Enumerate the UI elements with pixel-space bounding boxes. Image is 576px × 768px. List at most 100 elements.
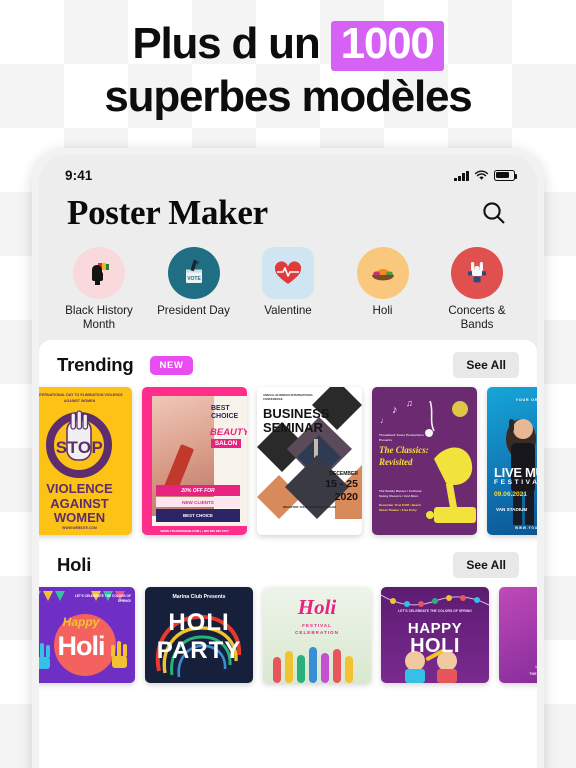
section-title: Trending (57, 354, 134, 376)
category-item-black-history-month[interactable]: Black History Month (55, 247, 143, 332)
heart-icon (262, 247, 314, 299)
card-footer: WWW.YOURDOMAIN.COM | +380 835 835 2457 (160, 529, 229, 534)
status-bar-icons (454, 169, 518, 181)
section-header-trending: Trending NEW See All (39, 340, 537, 387)
svg-text:VOTE: VOTE (187, 276, 201, 282)
card-title-line: PARTY (156, 637, 242, 665)
card-title-line: Revisited (379, 456, 413, 467)
card-footer: WWW.YOURSITE.COM (515, 526, 537, 531)
template-card-happy-holi-purple[interactable]: LET'S CELEBRATE THE COLORS OF SPRING! Ha… (39, 587, 135, 684)
card-title: BEAUTY (210, 427, 247, 439)
card-footer-line: THE COLORS OF SPRING (529, 672, 537, 677)
card-offer: 20% OFF FOR (156, 485, 240, 497)
rock-hand-icon (451, 247, 503, 299)
raised-fist-icon (73, 247, 125, 299)
trending-card-row[interactable]: INTERNATIONAL DAY TO ELIMINATION VIOLENC… (39, 387, 537, 536)
see-all-button-trending[interactable]: See All (453, 352, 519, 379)
category-item-valentine[interactable]: Valentine (244, 247, 332, 332)
section-title: Holi (57, 554, 92, 576)
svg-text:♩: ♩ (380, 416, 388, 425)
card-title-line: Holi (57, 631, 106, 662)
card-top-text: ANNUAL BUSINESS INTERNATIONAL CONFERENCE (263, 393, 314, 402)
card-top-text: YOUR ORGANIZERS (515, 398, 537, 403)
cellular-bars-icon (454, 170, 469, 181)
svg-text:♫: ♫ (406, 398, 413, 408)
headline-line-1: Plus d un 1000 (18, 18, 558, 71)
category-label: Black History Month (65, 304, 133, 332)
card-footer-line: LET'S CELEBRATE (499, 665, 537, 669)
template-card-classics-revisited[interactable]: ♪ ♫ ♩ Throwback Tunes Productions Presen… (372, 387, 477, 536)
card-presenter: Marina Club Presents (172, 594, 226, 601)
status-bar-time: 9:41 (65, 167, 93, 183)
card-title-line: SEMINAR (263, 420, 323, 436)
vote-ballot-box-icon: VOTE (167, 247, 220, 299)
card-title-line: BUSINESS (263, 406, 330, 422)
card-subtitle: FESTIVAL (494, 479, 537, 487)
search-icon[interactable] (477, 196, 511, 230)
card-line: CHOICE (211, 412, 239, 420)
card-line: BEST (211, 405, 230, 413)
card-sub-line: CELEBRATION (295, 630, 339, 636)
app-header: Poster Maker (39, 189, 537, 239)
headline-text-prefix: Plus d un (132, 19, 320, 68)
card-cta: REGISTER YOUR BUSINESS DREAM (283, 505, 336, 510)
card-date-label: DECEMBER (329, 471, 358, 478)
category-item-president-day[interactable]: VOTE President Day (150, 247, 238, 332)
promo-headline: Plus d un 1000 superbes modèles (0, 18, 576, 123)
card-sub-line: FESTIVAL (302, 623, 332, 629)
holi-card-row[interactable]: LET'S CELEBRATE THE COLORS OF SPRING! Ha… (39, 587, 537, 684)
card-title-line: AGAINST (50, 495, 109, 511)
template-card-live-music-festival[interactable]: YOUR ORGANIZERS LIVE MUSIC FESTIVAL 09.0… (487, 387, 537, 536)
phone-mockup: 9:41 Poster Maker Black History Month VO… (32, 148, 544, 768)
card-date-range: 15 - 25 (325, 478, 358, 491)
card-title-line: HOLI (410, 635, 460, 658)
template-card-holi-party[interactable]: Marina Club Presents HOLI PARTY (145, 587, 253, 684)
template-card-stop-violence[interactable]: INTERNATIONAL DAY TO ELIMINATION VIOLENC… (39, 387, 132, 536)
template-card-holi-festival-celebration[interactable]: Holi FESTIVAL CELEBRATION (263, 587, 371, 684)
card-top-text: LET'S CELEBRATE THE COLORS OF SPRING (398, 609, 472, 614)
headline-line-2: superbes modèles (104, 71, 472, 121)
battery-icon (494, 170, 518, 181)
category-item-concerts-bands[interactable]: Concerts & Bands (433, 247, 521, 332)
card-title-line: Happy (62, 615, 100, 630)
card-year: 2020 (334, 491, 358, 504)
category-list: Black History Month VOTE President Day V… (39, 239, 537, 337)
category-label: Valentine (264, 304, 312, 317)
see-all-button-holi[interactable]: See All (453, 552, 519, 579)
category-item-holi[interactable]: Holi (339, 247, 427, 332)
section-header-holi: Holi See All (39, 535, 537, 587)
card-badge-text: STOP (55, 438, 104, 458)
card-top-text: LET'S CELEBRATE THE COLORS OF SPRING! (74, 594, 131, 604)
status-badge: NEW (149, 355, 194, 375)
svg-text:♪: ♪ (392, 404, 398, 416)
card-title-line: WOMEN (53, 510, 106, 526)
category-label: Concerts & Bands (448, 304, 506, 332)
card-subtitle: SALON (211, 439, 241, 449)
card-title: LIVE MUSIC (494, 465, 537, 481)
card-title-line: HOLI (168, 609, 230, 637)
category-label: President Day (157, 304, 230, 317)
card-venue: VAN STADIUM (496, 507, 528, 513)
template-card-beauty-salon[interactable]: BEST CHOICE BEAUTY SALON 20% OFF FOR NEW… (142, 387, 247, 536)
card-box-label: BEST CHOICE (156, 509, 240, 523)
content-sheet: Trending NEW See All INTERNATIONAL DAY T… (39, 340, 537, 768)
template-card-happy-holi-lights[interactable]: LET'S CELEBRATE THE COLORS OF SPRING HAP… (381, 587, 489, 684)
card-title-line: VIOLENCE (46, 481, 113, 497)
headline-highlight-1000: 1000 (330, 21, 444, 71)
card-presenter: Throwback Tunes Productions Presents (379, 433, 424, 442)
page-title: Poster Maker (67, 193, 268, 232)
card-title-line: The Classics: (379, 445, 429, 456)
template-card-business-seminar[interactable]: ANNUAL BUSINESS INTERNATIONAL CONFERENCE… (257, 387, 362, 536)
wifi-icon (474, 169, 489, 180)
card-details: December 15 at 8 PM • Beech Street Theat… (379, 503, 421, 513)
card-title: Holi (297, 595, 337, 620)
status-bar: 9:41 (39, 155, 537, 189)
card-footer: WWW.WEBSITE.COM (62, 526, 97, 531)
card-date: 09.06.2021 (494, 491, 528, 499)
template-card-holi-colors-photo[interactable]: LET'S CELEBRATE THE COLORS OF SPRING (499, 587, 537, 684)
card-offer-2: NEW CLIENTS (156, 497, 240, 508)
category-label: Holi (372, 304, 393, 317)
color-powder-bowl-icon (356, 247, 409, 299)
card-performers: The Buddy Barnes / Coltrane Swing Classi… (379, 489, 422, 498)
phone-screen: 9:41 Poster Maker Black History Month VO… (39, 155, 537, 768)
